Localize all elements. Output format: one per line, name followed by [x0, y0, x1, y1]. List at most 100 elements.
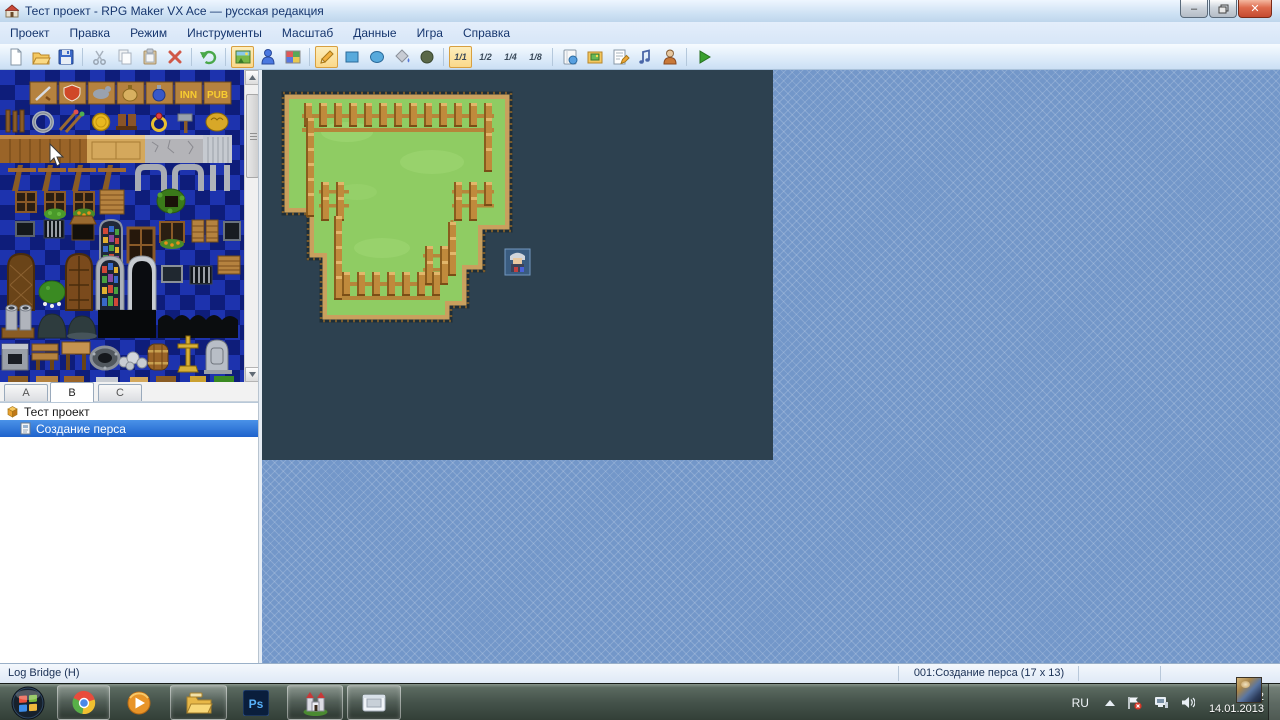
paint-bucket-icon [392, 47, 412, 67]
delete-button[interactable] [163, 46, 186, 68]
playtest-button[interactable] [692, 46, 715, 68]
new-project-button[interactable] [4, 46, 27, 68]
script-page-icon [610, 47, 630, 67]
event-mode-button[interactable] [256, 46, 279, 68]
windows-taskbar: Ps RU [0, 683, 1280, 720]
tab-c[interactable]: C [98, 384, 142, 401]
inn-sign-text: INN [180, 90, 197, 101]
copy-button[interactable] [113, 46, 136, 68]
taskbar-explorer-button[interactable] [170, 685, 227, 720]
save-project-button[interactable] [54, 46, 77, 68]
zoom-1-1-label: 1/1 [454, 52, 467, 62]
close-button[interactable]: ✕ [1238, 0, 1272, 18]
windows-start-orb-icon [11, 686, 45, 720]
menu-data[interactable]: Данные [343, 24, 406, 42]
network-icon[interactable] [1154, 696, 1169, 709]
volume-icon[interactable] [1181, 696, 1195, 709]
tile-row-walls[interactable] [0, 135, 232, 163]
app-icon [5, 4, 19, 18]
undo-arrow-icon [199, 47, 219, 67]
shadow-pen-button[interactable] [415, 46, 438, 68]
menu-game[interactable]: Игра [407, 24, 453, 42]
rectangle-tool-button[interactable] [340, 46, 363, 68]
zoom-1-8-button[interactable]: 1/8 [524, 46, 547, 68]
arrow-down-icon [249, 372, 256, 377]
open-project-button[interactable] [29, 46, 52, 68]
rpg-maker-window: Тест проект - RPG Maker VX Ace — русская… [0, 0, 1280, 683]
zoom-1-1-button[interactable]: 1/1 [449, 46, 472, 68]
menu-help[interactable]: Справка [453, 24, 520, 42]
character-generator-button[interactable] [658, 46, 681, 68]
menu-edit[interactable]: Правка [60, 24, 121, 42]
menu-scale[interactable]: Масштаб [272, 24, 343, 42]
flood-fill-button[interactable] [390, 46, 413, 68]
player-start-sprite[interactable] [505, 249, 530, 275]
map-name: Создание перса [36, 422, 126, 436]
recorder-window-icon [361, 690, 387, 716]
title-bar[interactable]: Тест проект - RPG Maker VX Ace — русская… [0, 0, 1280, 22]
tree-item-project[interactable]: Тест проект [0, 403, 260, 420]
palette-tabs: A B C [0, 382, 260, 402]
menu-tools[interactable]: Инструменты [177, 24, 272, 42]
status-bar: Log Bridge (H) 001:Создание перса (17 x … [0, 663, 1280, 683]
taskbar-rpg-maker-button[interactable] [287, 685, 343, 720]
window-title: Тест проект - RPG Maker VX Ace — русская… [25, 4, 324, 18]
zoom-1-8-label: 1/8 [529, 52, 542, 62]
resource-manager-button[interactable] [583, 46, 606, 68]
action-center-flag-icon[interactable] [1127, 696, 1142, 710]
tile-row-signs[interactable]: INN PUB [30, 82, 231, 104]
tab-b[interactable]: B [50, 382, 94, 402]
tileset-palette[interactable]: INN PUB [0, 70, 260, 382]
map-mode-icon [233, 47, 253, 67]
pencil-tool-button[interactable] [315, 46, 338, 68]
map-canvas[interactable] [262, 70, 773, 460]
undo-button[interactable] [197, 46, 220, 68]
restore-icon [1218, 4, 1229, 14]
taskbar-media-player-button[interactable] [113, 685, 165, 720]
region-grid-icon [283, 47, 303, 67]
show-desktop-button[interactable] [1268, 684, 1280, 720]
minimize-button[interactable]: – [1180, 0, 1208, 18]
rpg-maker-icon [302, 690, 329, 716]
tray-expand-icon[interactable] [1105, 700, 1115, 706]
tree-item-map[interactable]: Создание перса [0, 420, 260, 437]
taskbar-chrome-button[interactable] [57, 685, 110, 720]
paste-button[interactable] [138, 46, 161, 68]
project-cube-icon [6, 405, 19, 418]
scissors-icon [90, 47, 110, 67]
menu-mode[interactable]: Режим [120, 24, 177, 42]
status-tool-hint: Log Bridge (H) [8, 667, 80, 679]
taskbar-photoshop-button[interactable]: Ps [230, 685, 282, 720]
character-icon [660, 47, 680, 67]
sound-test-button[interactable] [633, 46, 656, 68]
zoom-1-4-button[interactable]: 1/4 [499, 46, 522, 68]
map-page-icon [20, 422, 31, 435]
map-mode-button[interactable] [231, 46, 254, 68]
region-mode-button[interactable] [281, 46, 304, 68]
zoom-1-2-label: 1/2 [479, 52, 492, 62]
taskbar-recorder-button[interactable] [347, 685, 401, 720]
start-button[interactable] [4, 685, 52, 720]
arrow-up-icon [249, 75, 256, 80]
delete-x-icon [165, 47, 185, 67]
svg-text:Ps: Ps [249, 697, 264, 711]
map-tree: Тест проект Создание перса [0, 402, 260, 663]
map-editor-region[interactable] [262, 70, 1280, 663]
database-icon [560, 47, 580, 67]
language-indicator[interactable]: RU [1072, 696, 1089, 710]
script-editor-button[interactable] [608, 46, 631, 68]
project-name: Тест проект [24, 405, 90, 419]
menu-project[interactable]: Проект [0, 24, 60, 42]
ellipse-tool-button[interactable] [365, 46, 388, 68]
floppy-disk-icon [56, 47, 76, 67]
tileset-tiles[interactable]: INN PUB [0, 70, 244, 382]
tab-a[interactable]: A [4, 384, 48, 401]
zoom-1-2-button[interactable]: 1/2 [474, 46, 497, 68]
database-button[interactable] [558, 46, 581, 68]
open-folder-icon [31, 47, 51, 67]
restore-button[interactable] [1209, 0, 1237, 18]
clipboard-icon [140, 47, 160, 67]
new-page-icon [6, 47, 26, 67]
cut-button[interactable] [88, 46, 111, 68]
pub-sign-text: PUB [207, 90, 228, 101]
